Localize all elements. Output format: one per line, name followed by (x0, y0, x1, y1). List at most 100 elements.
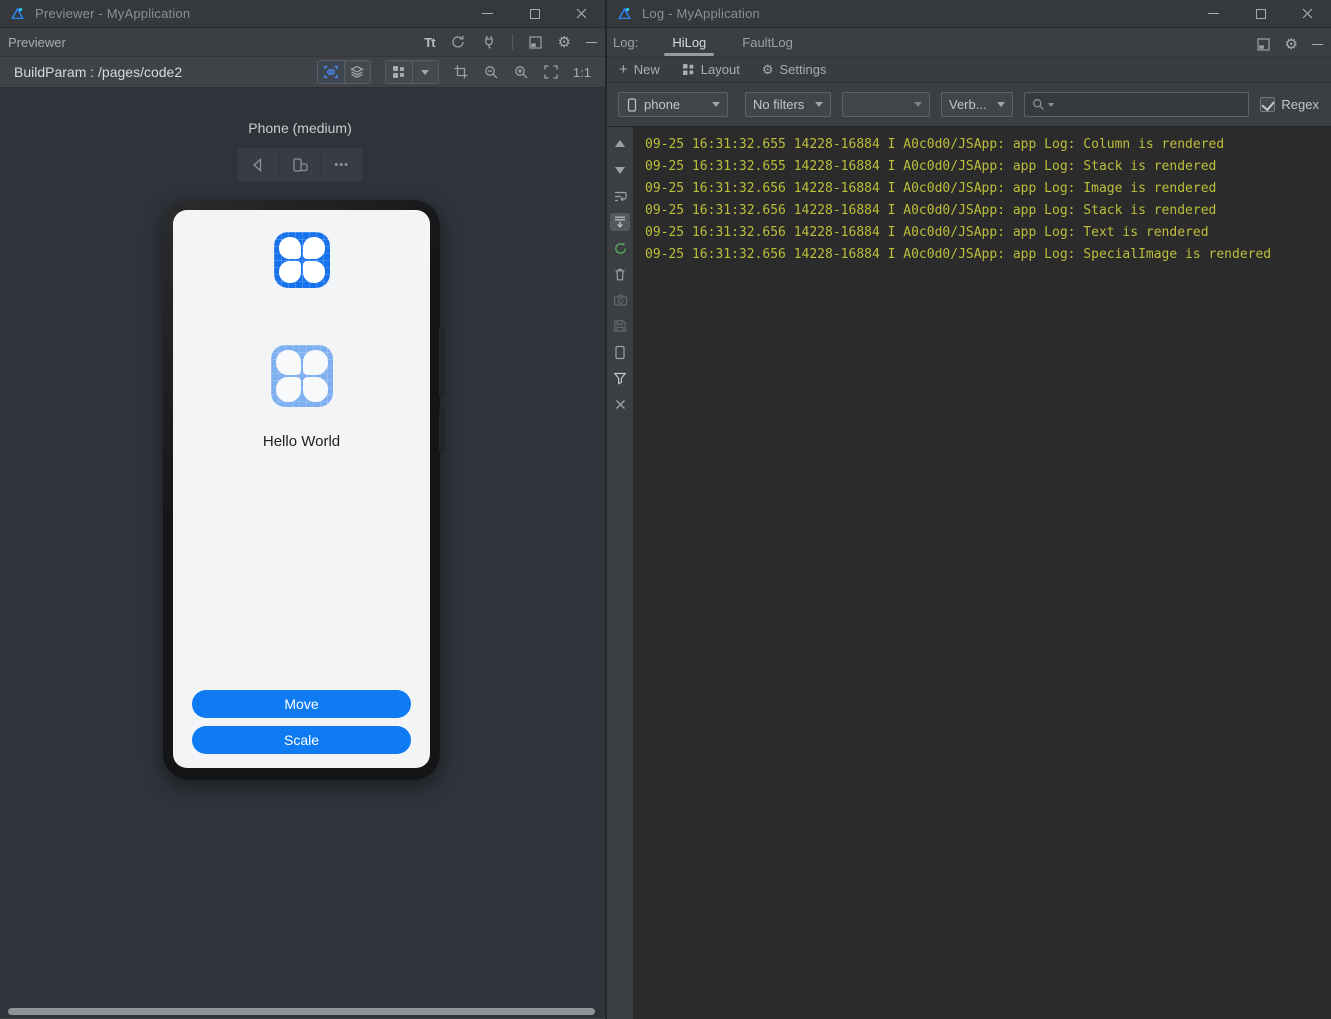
device-select-value: phone (644, 97, 681, 112)
process-select[interactable] (842, 92, 930, 117)
screenshot-camera-icon[interactable] (610, 291, 630, 309)
preview-canvas: Phone (medium) ••• Hello World Move Scal… (0, 88, 605, 1018)
close-button[interactable] (1284, 0, 1331, 27)
previewer-window-title: Previewer - MyApplication (35, 6, 191, 21)
build-param-bar: BuildParam : /pages/code2 1:1 (0, 57, 605, 88)
log-window-controls (1190, 0, 1331, 27)
scale-button[interactable]: Scale (192, 726, 411, 754)
desktop: Previewer - MyApplication Previewer Tt ⚙… (0, 0, 1331, 1019)
maximize-button[interactable] (1237, 0, 1284, 27)
settings-gear-icon[interactable]: ⚙ (558, 35, 571, 50)
log-level-select[interactable]: Verb... (941, 92, 1013, 117)
log-search-box (1024, 92, 1250, 117)
log-line: 09-25 16:31:32.656 14228-16884 I A0c0d0/… (645, 203, 1217, 218)
settings-button[interactable]: ⚙ Settings (762, 62, 827, 77)
filter-select[interactable]: No filters (745, 92, 831, 117)
log-line: 09-25 16:31:32.656 14228-16884 I A0c0d0/… (645, 247, 1272, 262)
device-select[interactable]: phone (618, 92, 728, 117)
back-button[interactable] (238, 148, 279, 181)
device-screen-icon[interactable] (610, 343, 630, 361)
clear-logs-trash-icon[interactable] (610, 265, 630, 283)
filter-funnel-icon[interactable] (610, 369, 630, 387)
previewer-toolbar: Previewer Tt ⚙ (0, 28, 605, 57)
log-action-bar: + New Layout ⚙ Settings (607, 57, 1331, 83)
toolbar-separator (511, 34, 513, 50)
rotate-device-button[interactable] (278, 148, 321, 181)
zoom-out-icon[interactable] (483, 64, 499, 80)
more-options-button[interactable]: ••• (320, 148, 362, 181)
settings-label: Settings (779, 62, 827, 77)
component-dropdown-caret[interactable] (411, 61, 438, 83)
save-log-icon[interactable] (610, 317, 630, 335)
log-body: 09-25 16:31:32.655 14228-16884 I A0c0d0/… (607, 127, 1331, 1019)
layout-grid-icon (682, 63, 695, 76)
log-toolstrip (607, 127, 633, 1019)
phone-device-icon (626, 97, 638, 112)
tab-faultlog[interactable]: FaultLog (740, 35, 795, 56)
inspector-eye-toggle[interactable] (317, 61, 344, 83)
new-session-button[interactable]: + New (619, 62, 660, 77)
inspector-toggle-group (316, 60, 371, 84)
refresh-icon[interactable] (450, 34, 466, 50)
font-settings-icon[interactable]: Tt (424, 35, 435, 50)
close-panel-x-icon[interactable] (610, 395, 630, 413)
hide-panel-icon[interactable] (586, 41, 597, 43)
fit-to-screen-icon[interactable] (543, 64, 559, 80)
horizontal-scrollbar[interactable] (8, 1008, 595, 1015)
hello-world-text: Hello World (262, 433, 341, 450)
previewer-window-controls (464, 0, 605, 27)
scroll-up-icon[interactable] (610, 135, 630, 153)
filter-select-value: No filters (753, 97, 805, 112)
log-level-value: Verb... (949, 97, 987, 112)
layers-toggle[interactable] (343, 61, 370, 83)
new-label: New (633, 62, 660, 77)
deveco-logo-icon (616, 5, 633, 22)
log-output[interactable]: 09-25 16:31:32.655 14228-16884 I A0c0d0/… (633, 127, 1331, 1019)
frame-select-icon[interactable] (453, 64, 469, 80)
restart-session-icon[interactable] (610, 239, 630, 257)
phone-volume-button (439, 326, 445, 397)
search-input[interactable] (1056, 97, 1243, 112)
phone-mockup: Hello World Move Scale (163, 200, 445, 780)
search-icon[interactable] (1031, 97, 1046, 112)
soft-wrap-icon[interactable] (610, 187, 630, 205)
dock-panel-icon[interactable] (528, 35, 543, 50)
log-filter-bar: phone No filters Verb... Regex (607, 83, 1331, 127)
minimize-button[interactable] (464, 0, 511, 27)
previewer-window: Previewer - MyApplication Previewer Tt ⚙… (0, 0, 605, 1019)
previewer-panel-label: Previewer (8, 34, 66, 50)
log-line: 09-25 16:31:32.656 14228-16884 I A0c0d0/… (645, 181, 1217, 196)
plug-connector-icon[interactable] (481, 34, 497, 50)
close-button[interactable] (558, 0, 605, 27)
dock-panel-icon[interactable] (1256, 37, 1271, 52)
layout-button[interactable]: Layout (682, 62, 740, 77)
log-window-title: Log - MyApplication (642, 6, 760, 21)
app-logo-icon-faded (270, 345, 333, 407)
maximize-button[interactable] (511, 0, 558, 27)
device-profile-label: Phone (medium) (248, 120, 352, 136)
phone-power-button (439, 410, 445, 452)
hide-panel-icon[interactable] (1312, 44, 1323, 45)
regex-option: Regex (1260, 97, 1319, 112)
app-logo-icon (273, 232, 330, 288)
regex-checkbox[interactable] (1260, 97, 1276, 112)
regex-label: Regex (1281, 97, 1319, 112)
search-options-caret[interactable] (1048, 102, 1054, 107)
build-param-text: BuildParam : /pages/code2 (14, 64, 183, 80)
settings-gear-icon[interactable]: ⚙ (1285, 37, 1298, 52)
scroll-to-end-icon[interactable] (610, 213, 630, 231)
move-button[interactable]: Move (192, 690, 411, 718)
log-line: 09-25 16:31:32.656 14228-16884 I A0c0d0/… (645, 225, 1209, 240)
tab-hilog[interactable]: HiLog (664, 35, 715, 56)
log-tab-bar: Log: HiLog FaultLog ⚙ (607, 28, 1331, 57)
zoom-ratio-label[interactable]: 1:1 (573, 65, 591, 80)
settings-gear-icon: ⚙ (761, 62, 774, 77)
scroll-down-icon[interactable] (610, 161, 630, 179)
zoom-in-icon[interactable] (513, 64, 529, 80)
component-view-group (384, 60, 439, 84)
plus-icon: + (619, 61, 628, 78)
layout-label: Layout (700, 62, 740, 77)
components-grid-icon[interactable] (386, 61, 412, 83)
minimize-button[interactable] (1190, 0, 1237, 27)
log-label: Log: (613, 35, 639, 50)
